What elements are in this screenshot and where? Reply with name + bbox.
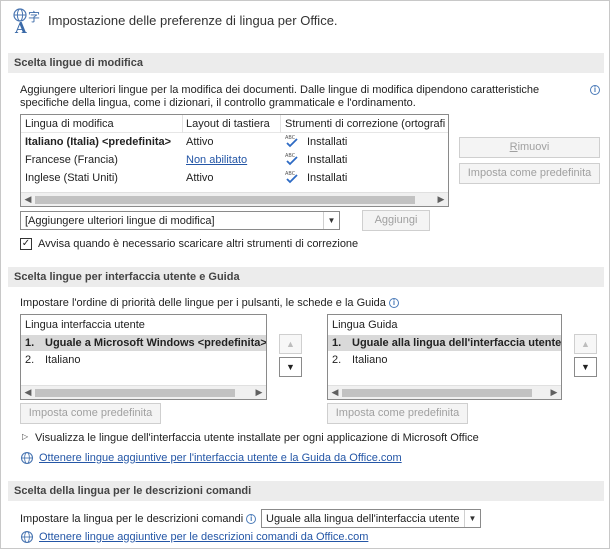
section-editing-title: Scelta lingue di modifica	[8, 53, 604, 73]
column-header-proofing[interactable]: Strumenti di correzione (ortografi	[285, 118, 445, 130]
tooltip-language-select[interactable]: Uguale alla lingua dell'interfaccia uten…	[261, 509, 481, 528]
chevron-down-icon[interactable]: ▼	[464, 510, 480, 527]
info-icon[interactable]: i	[246, 514, 257, 524]
help-language-list-header: Lingua Guida	[332, 319, 398, 331]
scroll-right-icon[interactable]: ▶	[435, 194, 447, 205]
table-row[interactable]: Inglese (Stati Uniti) Attivo ABC Install…	[21, 169, 448, 187]
add-button[interactable]: Aggiungi	[362, 210, 430, 231]
move-down-button[interactable]: ▼	[574, 357, 597, 377]
editing-languages-table[interactable]: Lingua di modifica Layout di tastiera St…	[20, 114, 449, 207]
scroll-left-icon[interactable]: ◀	[329, 387, 341, 398]
ui-languages-office-link[interactable]: Ottenere lingue aggiuntive per l'interfa…	[39, 452, 402, 464]
tooltip-language-select-value: Uguale alla lingua dell'interfaccia uten…	[266, 513, 460, 525]
tooltips-office-link[interactable]: Ottenere lingue aggiuntive per le descri…	[39, 531, 368, 543]
list-item[interactable]: 2. Italiano	[21, 352, 266, 368]
list-item[interactable]: 1. Uguale alla lingua dell'interfaccia u…	[328, 335, 561, 351]
table-header: Lingua di modifica Layout di tastiera St…	[21, 115, 448, 133]
chevron-down-icon[interactable]: ▼	[323, 212, 339, 229]
spellcheck-icon: ABC	[285, 135, 298, 148]
svg-text:字: 字	[28, 9, 40, 24]
spellcheck-icon: ABC	[285, 153, 298, 166]
move-down-button[interactable]: ▼	[279, 357, 302, 377]
svg-text:ABC: ABC	[285, 135, 296, 141]
tooltips-label-text: Impostare la lingua per le descrizioni c…	[20, 513, 244, 525]
svg-text:ABC: ABC	[285, 171, 296, 177]
section-tooltips-title: Scelta della lingua per le descrizioni c…	[8, 481, 604, 501]
globe-link-icon	[20, 530, 34, 544]
scrollbar-thumb[interactable]	[342, 389, 532, 397]
notify-checkbox[interactable]: ✓	[20, 238, 32, 250]
list-item-number: 1.	[332, 337, 342, 349]
page-title: Impostazione delle preferenze di lingua …	[48, 13, 338, 28]
list-item-label: Italiano	[352, 354, 388, 366]
editing-description-line1: Aggiungere ulteriori lingue per la modif…	[20, 84, 540, 96]
list-item[interactable]: 2. Italiano	[328, 352, 561, 368]
ui-languages-description-text: Impostare l'ordine di priorità delle lin…	[20, 297, 386, 309]
scroll-left-icon[interactable]: ◀	[22, 194, 34, 205]
list-item-number: 1.	[25, 337, 35, 349]
svg-text:A: A	[14, 19, 27, 35]
keyboard-not-enabled-link[interactable]: Non abilitato	[186, 154, 247, 166]
notify-checkbox-label[interactable]: Avvisa quando è necessario scaricare alt…	[38, 238, 358, 250]
row-keyboard: Attivo	[186, 172, 214, 184]
expand-ui-languages-label[interactable]: Visualizza le lingue dell'interfaccia ut…	[35, 432, 479, 444]
language-icon: A 字	[13, 8, 40, 35]
list-item-number: 2.	[332, 354, 342, 366]
scroll-left-icon[interactable]: ◀	[22, 387, 34, 398]
language-preferences-panel: A 字 Impostazione delle preferenze di lin…	[0, 0, 610, 549]
horizontal-scrollbar[interactable]: ◀ ▶	[328, 385, 561, 399]
globe-link-icon	[20, 451, 34, 465]
spellcheck-icon: ABC	[285, 171, 298, 184]
list-item[interactable]: 1. Uguale a Microsoft Windows <predefini…	[21, 335, 266, 351]
display-language-list-header: Lingua interfaccia utente	[25, 319, 145, 331]
row-proofing: Installati	[307, 154, 348, 166]
table-row[interactable]: Francese (Francia) Non abilitato ABC Ins…	[21, 151, 448, 169]
scrollbar-thumb[interactable]	[35, 196, 415, 204]
scrollbar-thumb[interactable]	[35, 389, 235, 397]
list-item-label: Uguale a Microsoft Windows <predefinita>	[45, 337, 267, 349]
info-icon[interactable]: i	[388, 298, 399, 308]
table-row[interactable]: Italiano (Italia) <predefinita> Attivo A…	[21, 133, 448, 151]
expand-arrow-icon[interactable]: ▷	[22, 432, 28, 441]
set-default-editing-button[interactable]: Imposta come predefinita	[459, 163, 600, 184]
row-proofing: Installati	[307, 172, 348, 184]
row-keyboard: Attivo	[186, 136, 214, 148]
list-item-label: Uguale alla lingua dell'interfaccia uten…	[352, 337, 562, 349]
display-language-list[interactable]: Lingua interfaccia utente 1. Uguale a Mi…	[20, 314, 267, 400]
row-proofing: Installati	[307, 136, 348, 148]
editing-description-line2: specifiche della lingua, come i dizionar…	[20, 97, 416, 109]
move-up-button[interactable]: ▲	[279, 334, 302, 354]
row-language: Inglese (Stati Uniti)	[25, 172, 118, 184]
scroll-right-icon[interactable]: ▶	[253, 387, 265, 398]
list-item-number: 2.	[25, 354, 35, 366]
remove-button[interactable]: Rimuovi	[459, 137, 600, 158]
row-language: Italiano (Italia) <predefinita>	[25, 136, 172, 148]
section-ui-languages-title: Scelta lingue per interfaccia utente e G…	[8, 267, 604, 287]
add-language-select[interactable]: [Aggiungere ulteriori lingue di modifica…	[20, 211, 340, 230]
info-icon[interactable]: i	[590, 85, 600, 95]
column-header-language[interactable]: Lingua di modifica	[25, 118, 114, 130]
tooltips-label: Impostare la lingua per le descrizioni c…	[20, 513, 257, 525]
ui-languages-description: Impostare l'ordine di priorità delle lin…	[20, 297, 399, 310]
svg-text:ABC: ABC	[285, 153, 296, 159]
move-up-button[interactable]: ▲	[574, 334, 597, 354]
list-item-label: Italiano	[45, 354, 81, 366]
horizontal-scrollbar[interactable]: ◀ ▶	[21, 192, 448, 206]
column-header-keyboard[interactable]: Layout di tastiera	[186, 118, 270, 130]
help-language-list[interactable]: Lingua Guida 1. Uguale alla lingua dell'…	[327, 314, 562, 400]
row-language: Francese (Francia)	[25, 154, 118, 166]
set-default-help-button[interactable]: Imposta come predefinita	[327, 403, 468, 424]
horizontal-scrollbar[interactable]: ◀ ▶	[21, 385, 266, 399]
set-default-display-button[interactable]: Imposta come predefinita	[20, 403, 161, 424]
add-language-select-value: [Aggiungere ulteriori lingue di modifica…	[25, 215, 215, 227]
scroll-right-icon[interactable]: ▶	[548, 387, 560, 398]
